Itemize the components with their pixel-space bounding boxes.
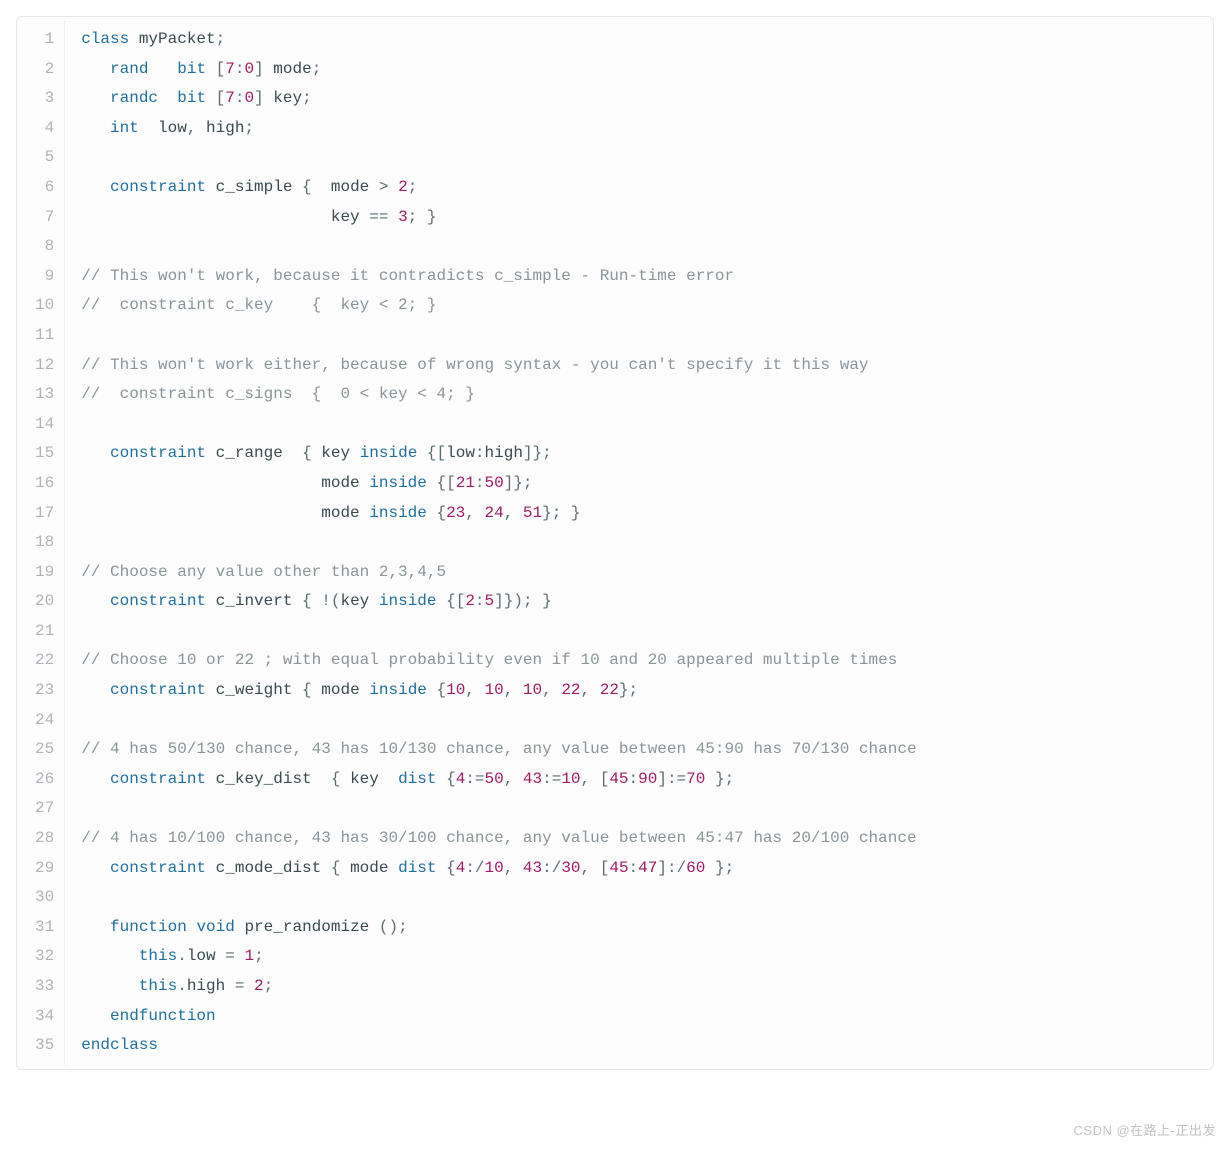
code-line: int low, high; [81,114,1197,144]
line-number: 15 [35,439,54,469]
line-number: 24 [35,706,54,736]
code-line: constraint c_key_dist { key dist {4:=50,… [81,765,1197,795]
line-number: 34 [35,1002,54,1032]
line-number: 31 [35,913,54,943]
code-line: endclass [81,1031,1197,1061]
line-number: 18 [35,528,54,558]
line-number-gutter: 1234567891011121314151617181920212223242… [17,21,65,1065]
code-line [81,143,1197,173]
code-block: 1234567891011121314151617181920212223242… [16,16,1214,1070]
line-number: 16 [35,469,54,499]
line-number: 7 [35,203,54,233]
code-line: mode inside {23, 24, 51}; } [81,499,1197,529]
line-number: 21 [35,617,54,647]
code-line: constraint c_invert { !(key inside {[2:5… [81,587,1197,617]
line-number: 17 [35,499,54,529]
code-line: rand bit [7:0] mode; [81,55,1197,85]
line-number: 12 [35,351,54,381]
line-number: 2 [35,55,54,85]
code-line: // constraint c_key { key < 2; } [81,291,1197,321]
line-number: 19 [35,558,54,588]
line-number: 8 [35,232,54,262]
code-line: class myPacket; [81,25,1197,55]
code-line: this.high = 2; [81,972,1197,1002]
code-line [81,794,1197,824]
code-line: endfunction [81,1002,1197,1032]
line-number: 22 [35,646,54,676]
line-number: 20 [35,587,54,617]
line-number: 4 [35,114,54,144]
code-line: constraint c_weight { mode inside {10, 1… [81,676,1197,706]
line-number: 33 [35,972,54,1002]
line-number: 6 [35,173,54,203]
line-number: 30 [35,883,54,913]
line-number: 23 [35,676,54,706]
code-line [81,706,1197,736]
line-number: 10 [35,291,54,321]
line-number: 14 [35,410,54,440]
code-line: mode inside {[21:50]}; [81,469,1197,499]
code-line [81,321,1197,351]
line-number: 25 [35,735,54,765]
line-number: 11 [35,321,54,351]
code-area[interactable]: class myPacket; rand bit [7:0] mode; ran… [65,21,1213,1065]
line-number: 3 [35,84,54,114]
line-number: 28 [35,824,54,854]
watermark: CSDN @在路上-正出发 [1074,1119,1216,1143]
code-line: function void pre_randomize (); [81,913,1197,943]
line-number: 35 [35,1031,54,1061]
code-line: // This won't work, because it contradic… [81,262,1197,292]
code-line [81,617,1197,647]
code-line [81,232,1197,262]
code-line: // 4 has 50/130 chance, 43 has 10/130 ch… [81,735,1197,765]
code-line [81,528,1197,558]
line-number: 29 [35,854,54,884]
code-line: constraint c_mode_dist { mode dist {4:/1… [81,854,1197,884]
code-line: // constraint c_signs { 0 < key < 4; } [81,380,1197,410]
code-line [81,410,1197,440]
line-number: 9 [35,262,54,292]
code-line: // Choose 10 or 22 ; with equal probabil… [81,646,1197,676]
line-number: 26 [35,765,54,795]
code-line [81,883,1197,913]
code-line: // 4 has 10/100 chance, 43 has 30/100 ch… [81,824,1197,854]
code-line: constraint c_range { key inside {[low:hi… [81,439,1197,469]
line-number: 13 [35,380,54,410]
line-number: 5 [35,143,54,173]
line-number: 27 [35,794,54,824]
line-number: 32 [35,942,54,972]
code-line: constraint c_simple { mode > 2; [81,173,1197,203]
code-line: // This won't work either, because of wr… [81,351,1197,381]
code-line: // Choose any value other than 2,3,4,5 [81,558,1197,588]
code-line: this.low = 1; [81,942,1197,972]
line-number: 1 [35,25,54,55]
code-line: key == 3; } [81,203,1197,233]
code-line: randc bit [7:0] key; [81,84,1197,114]
